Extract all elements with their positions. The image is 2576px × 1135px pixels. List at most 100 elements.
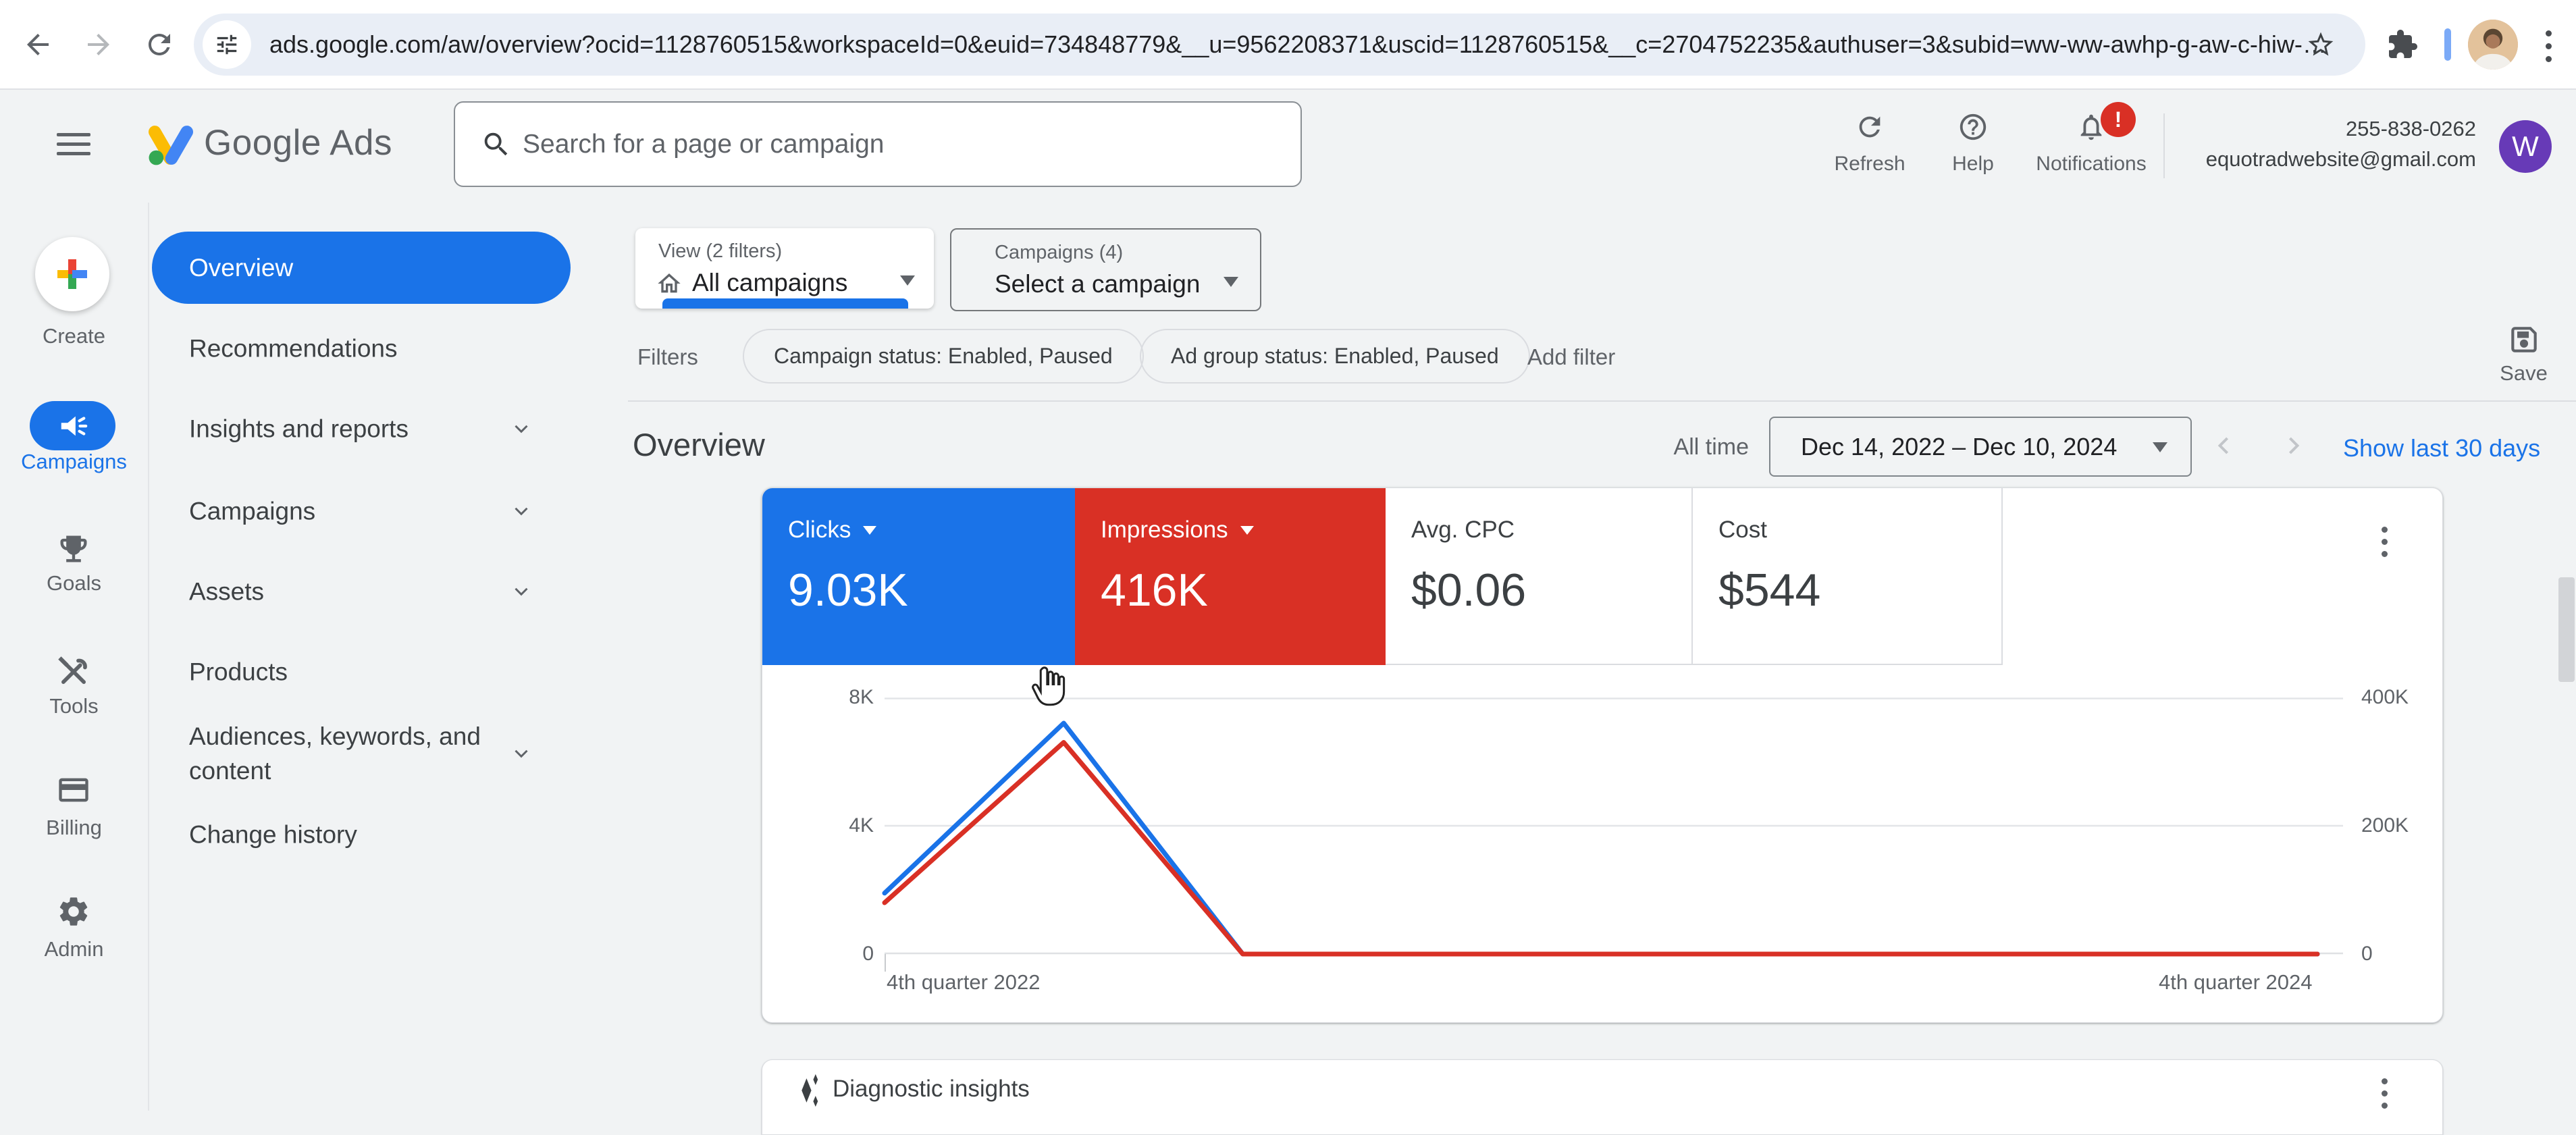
performance-line-chart[interactable] xyxy=(885,697,2343,954)
section-divider xyxy=(628,400,2576,402)
trophy-icon xyxy=(56,531,91,566)
refresh-icon xyxy=(1854,111,1885,142)
filter-chip-adgroup-status[interactable]: Ad group status: Enabled, Paused xyxy=(1140,329,1530,384)
page-scrollbar[interactable] xyxy=(2558,577,2575,682)
browser-back-button[interactable] xyxy=(19,26,57,63)
nav-item-insights-reports[interactable]: Insights and reports xyxy=(189,411,513,446)
create-button[interactable] xyxy=(35,237,109,311)
scorecard-clicks[interactable]: Clicks 9.03K xyxy=(762,488,1075,665)
notification-badge: ! xyxy=(2101,102,2136,137)
y-left-tick-8k: 8K xyxy=(849,686,874,709)
rail-item-tools[interactable] xyxy=(56,654,91,689)
account-email: equotradwebsite@gmail.com xyxy=(2206,147,2476,171)
product-name: Google Ads xyxy=(204,122,392,163)
rail-item-billing[interactable] xyxy=(56,772,91,808)
pinned-extension-indicator xyxy=(2444,28,2451,61)
puzzle-icon xyxy=(2386,28,2419,61)
chevron-down-icon[interactable] xyxy=(510,500,533,523)
nav-panel: Overview Recommendations Insights and re… xyxy=(148,196,571,1111)
view-filter-value: All campaigns xyxy=(692,269,847,297)
dropdown-caret-icon xyxy=(900,275,915,286)
chevron-down-icon[interactable] xyxy=(510,417,533,440)
google-ads-logo xyxy=(149,125,193,165)
person-photo xyxy=(2468,20,2518,70)
main-menu-icon[interactable] xyxy=(57,133,90,156)
nav-item-overview[interactable]: Overview xyxy=(152,232,571,304)
y-left-tick-0: 0 xyxy=(862,943,874,966)
x-axis-tick xyxy=(885,954,886,972)
card-overflow-menu-icon[interactable] xyxy=(2382,1072,2388,1115)
y-left-tick-4k: 4K xyxy=(849,814,874,837)
bookmark-star-icon[interactable] xyxy=(2306,30,2336,59)
date-range-picker[interactable]: Dec 14, 2022 – Dec 10, 2024 xyxy=(1769,417,2192,477)
chevron-right-icon xyxy=(2278,431,2308,460)
add-filter-button[interactable]: Add filter xyxy=(1527,344,1615,370)
sparkle-icon xyxy=(792,1072,826,1109)
rail-item-goals[interactable] xyxy=(56,531,91,566)
billing-card-icon xyxy=(56,772,91,808)
notifications-button[interactable]: ! Notifications xyxy=(2017,111,2165,176)
scorecard-avg-cpc[interactable]: Avg. CPC $0.06 xyxy=(1386,488,1693,665)
rail-item-tools-label[interactable]: Tools xyxy=(0,694,148,718)
card-overflow-menu-icon[interactable] xyxy=(2382,521,2388,563)
chevron-down-icon[interactable] xyxy=(510,742,533,765)
save-button[interactable]: Save xyxy=(2485,323,2562,386)
rail-item-campaigns-label[interactable]: Campaigns xyxy=(0,450,148,474)
url-text[interactable]: ads.google.com/aw/overview?ocid=11287605… xyxy=(269,14,2417,76)
left-rail: Create Campaigns Goals Tools Billing xyxy=(0,196,148,1111)
reload-icon xyxy=(143,28,176,61)
prev-period-button[interactable] xyxy=(2209,431,2239,464)
chevron-left-icon xyxy=(2209,431,2239,460)
nav-item-audiences[interactable]: Audiences, keywords, and content xyxy=(189,719,513,788)
address-bar[interactable]: ads.google.com/aw/overview?ocid=11287605… xyxy=(194,14,2365,76)
rail-item-create-label[interactable]: Create xyxy=(0,324,148,348)
y-right-tick-0: 0 xyxy=(2361,943,2373,966)
rail-item-goals-label[interactable]: Goals xyxy=(0,571,148,596)
chevron-down-icon[interactable] xyxy=(510,580,533,603)
header-divider xyxy=(2163,113,2165,178)
browser-menu-icon[interactable] xyxy=(2546,27,2552,65)
show-last-30-days-link[interactable]: Show last 30 days xyxy=(2343,434,2540,463)
next-period-button[interactable] xyxy=(2278,431,2308,464)
rail-item-admin-label[interactable]: Admin xyxy=(0,937,148,961)
scorecard-clicks-label: Clicks xyxy=(788,517,851,544)
filters-label: Filters xyxy=(637,344,698,370)
chart-line-impressions xyxy=(885,743,2317,955)
scorecard-cost[interactable]: Cost $544 xyxy=(1693,488,2003,665)
dropdown-caret-icon xyxy=(1224,277,1238,287)
help-icon xyxy=(1957,111,1989,142)
nav-item-assets[interactable]: Assets xyxy=(189,574,513,608)
dropdown-caret-icon xyxy=(2153,442,2167,452)
scorecard-impressions[interactable]: Impressions 416K xyxy=(1075,488,1386,665)
search-box[interactable] xyxy=(454,101,1302,187)
notifications-label: Notifications xyxy=(2017,153,2165,176)
browser-profile-avatar[interactable] xyxy=(2468,20,2518,70)
nav-item-recommendations[interactable]: Recommendations xyxy=(189,331,513,365)
rail-item-campaigns[interactable] xyxy=(30,401,115,450)
campaign-select-dropdown[interactable]: Campaigns (4) Select a campaign xyxy=(950,228,1261,311)
nav-item-products[interactable]: Products xyxy=(189,654,513,689)
rail-item-billing-label[interactable]: Billing xyxy=(0,816,148,840)
account-phone: 255-838-0262 xyxy=(2346,117,2476,141)
x-tick-q4-2022: 4th quarter 2022 xyxy=(887,970,1041,995)
site-settings-icon[interactable] xyxy=(203,20,251,69)
nav-item-campaigns[interactable]: Campaigns xyxy=(189,494,513,528)
megaphone-icon xyxy=(57,411,88,442)
diagnostic-insights-card[interactable]: Diagnostic insights xyxy=(762,1059,2443,1135)
browser-reload-button[interactable] xyxy=(140,26,178,63)
filter-chip-campaign-status[interactable]: Campaign status: Enabled, Paused xyxy=(743,329,1144,384)
y-right-tick-400k: 400K xyxy=(2361,686,2409,709)
browser-forward-button[interactable] xyxy=(80,26,117,63)
page-title: Overview xyxy=(633,426,765,463)
metric-caret-icon xyxy=(1240,526,1254,535)
extensions-icon[interactable] xyxy=(2386,28,2419,64)
tools-icon xyxy=(56,654,91,689)
account-avatar[interactable]: W xyxy=(2499,120,2552,173)
create-plus-icon xyxy=(53,255,91,293)
tune-icon xyxy=(214,32,240,57)
view-filter-dropdown[interactable]: View (2 filters) All campaigns xyxy=(635,228,934,309)
scorecard-avg-cpc-label: Avg. CPC xyxy=(1411,517,1515,544)
nav-item-change-history[interactable]: Change history xyxy=(189,817,513,851)
search-input[interactable] xyxy=(521,129,1253,160)
rail-item-admin[interactable] xyxy=(56,894,91,929)
